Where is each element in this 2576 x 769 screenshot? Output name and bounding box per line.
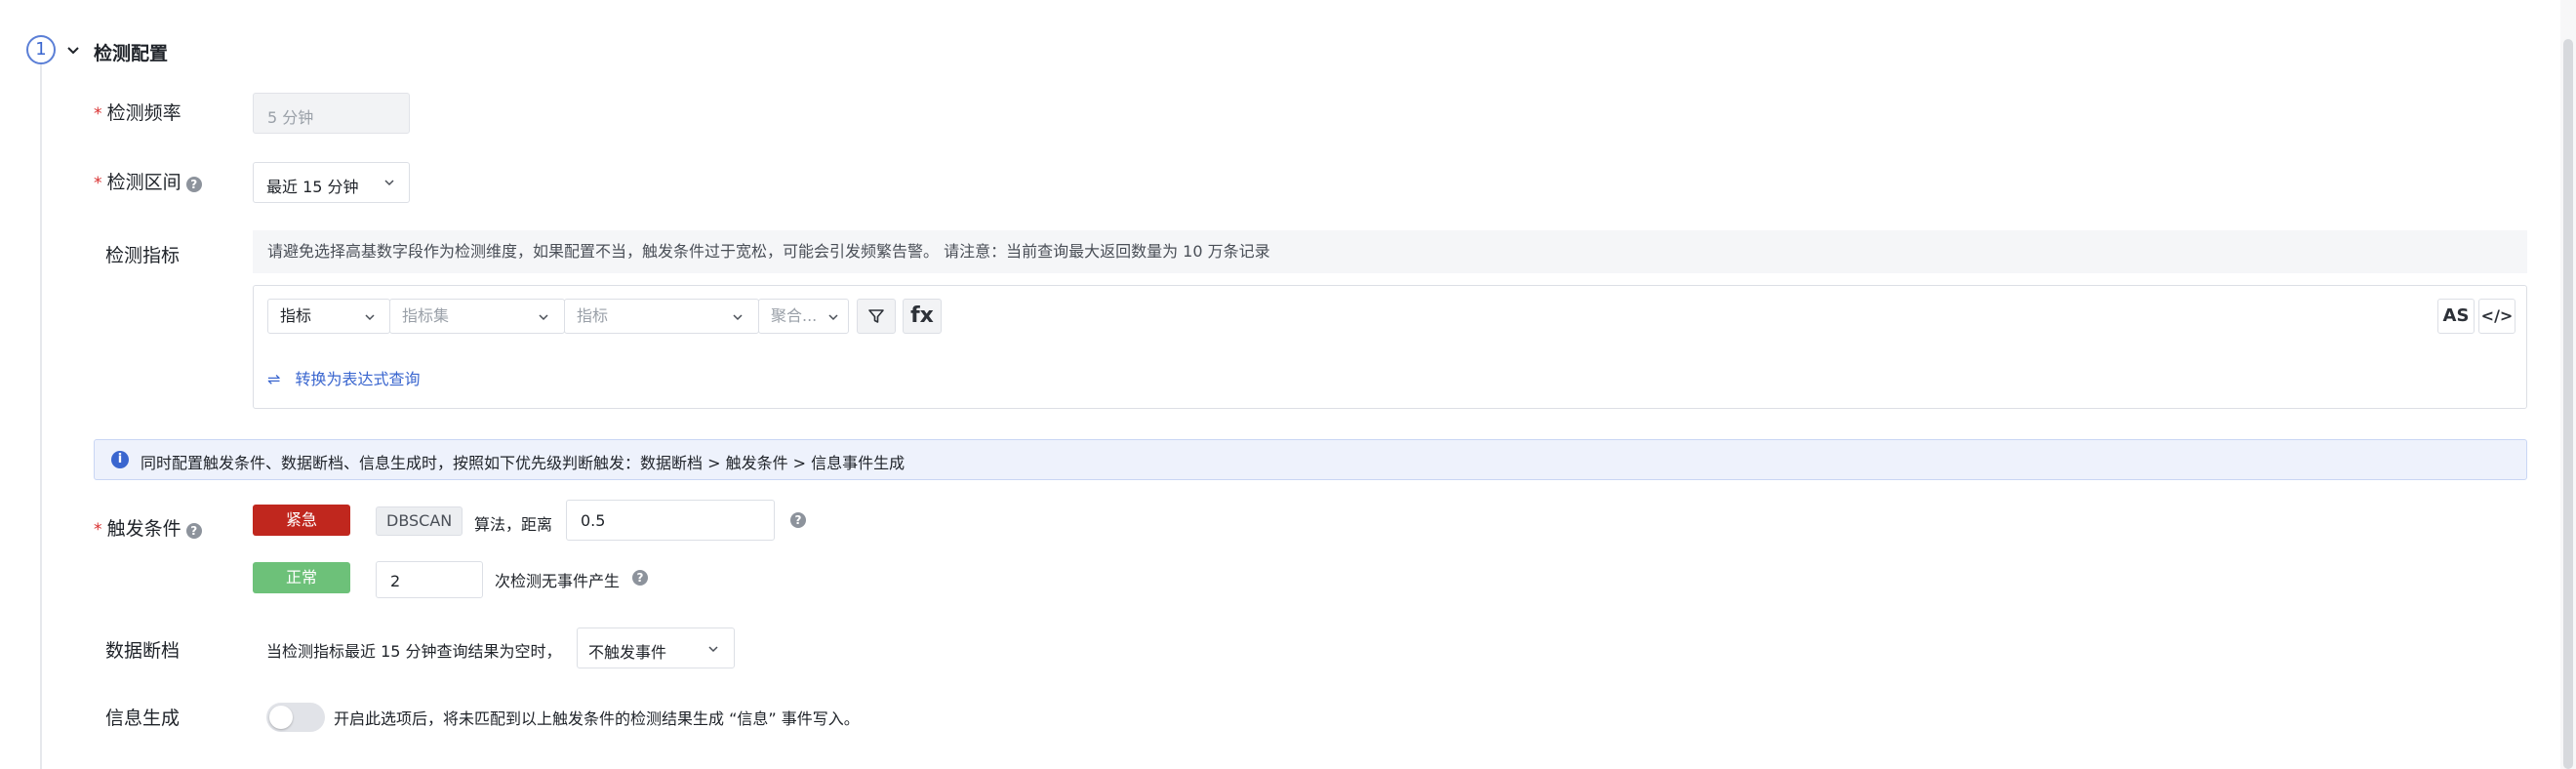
toggle-knob <box>269 706 293 729</box>
help-icon[interactable]: ? <box>185 522 202 539</box>
metric-set-select[interactable]: 指标集 <box>389 299 565 334</box>
distance-input[interactable]: 0.5 <box>566 500 775 541</box>
help-icon[interactable]: ? <box>185 176 202 192</box>
trigger-label-group: * 触发条件 ? <box>94 514 202 541</box>
frequency-value: 5 分钟 <box>267 108 314 127</box>
help-icon[interactable]: ? <box>632 570 648 586</box>
frequency-label-group: * 检测频率 <box>94 99 181 125</box>
nodata-select-value: 不触发事件 <box>588 643 667 662</box>
section-title: 检测配置 <box>94 43 169 64</box>
chevron-down-icon <box>365 314 375 321</box>
interval-select[interactable]: 最近 15 分钟 <box>253 162 410 203</box>
code-icon: </> <box>2480 306 2514 325</box>
interval-label-group: * 检测区间 ? <box>94 168 202 194</box>
function-button[interactable]: fx <box>903 299 942 334</box>
metric-type-value: 指标 <box>280 306 312 325</box>
info-gen-text: 开启此选项后，将未匹配到以上触发条件的检测结果生成 “信息” 事件写入。 <box>334 709 860 728</box>
frequency-field: 5 分钟 <box>253 93 410 134</box>
metrics-notice: 请避免选择高基数字段作为检测维度，如果配置不当，触发条件过于宽松，可能会引发频繁… <box>253 230 2527 273</box>
chevron-down-icon[interactable] <box>65 43 81 59</box>
nodata-select[interactable]: 不触发事件 <box>577 627 735 668</box>
urgent-badge: 紧急 <box>253 505 350 536</box>
metric-set-placeholder: 指标集 <box>402 306 450 325</box>
info-icon: i <box>111 451 129 468</box>
frequency-label: 检测频率 <box>106 102 181 124</box>
scrollbar-thumb[interactable] <box>2563 39 2573 769</box>
step-line <box>40 64 42 769</box>
swap-icon: ⇌ <box>267 370 281 388</box>
convert-expression-link[interactable]: ⇌ 转换为表达式查询 <box>267 366 421 389</box>
normal-count-input[interactable]: 2 <box>376 561 483 598</box>
chevron-down-icon <box>828 314 838 321</box>
info-gen-label: 信息生成 <box>105 708 181 729</box>
algorithm-text: 算法，距离 <box>474 515 553 534</box>
interval-label: 检测区间 <box>106 172 181 193</box>
normal-badge: 正常 <box>253 562 350 593</box>
nodata-label: 数据断档 <box>105 640 181 662</box>
help-icon[interactable]: ? <box>790 512 806 528</box>
distance-value: 0.5 <box>581 511 606 530</box>
normal-text: 次检测无事件产生 <box>495 572 621 590</box>
chevron-down-icon <box>384 180 394 186</box>
required-mark: * <box>94 520 102 540</box>
filter-button[interactable] <box>857 299 896 334</box>
metrics-label: 检测指标 <box>105 245 181 266</box>
priority-notice-text: 同时配置触发条件、数据断档、信息生成时，按照如下优先级判断触发：数据断档 > 触… <box>141 454 906 472</box>
trigger-label: 触发条件 <box>106 518 181 540</box>
nodata-text: 当检测指标最近 15 分钟查询结果为空时， <box>266 642 562 661</box>
metric-placeholder: 指标 <box>577 306 609 325</box>
interval-value: 最近 15 分钟 <box>266 178 359 196</box>
chevron-down-icon <box>733 314 743 321</box>
metric-select[interactable]: 指标 <box>564 299 759 334</box>
code-button[interactable]: </> <box>2478 299 2516 334</box>
convert-expression-label: 转换为表达式查询 <box>295 370 421 388</box>
chevron-down-icon <box>708 646 718 653</box>
aggregate-placeholder: 聚合... <box>771 306 818 325</box>
filter-icon <box>868 309 884 323</box>
required-mark: * <box>94 174 102 193</box>
algorithm-tag: DBSCAN <box>376 506 463 536</box>
required-mark: * <box>94 104 102 124</box>
chevron-down-icon <box>539 314 548 321</box>
as-button[interactable]: AS <box>2437 299 2475 334</box>
normal-count-value: 2 <box>390 572 401 590</box>
aggregate-select[interactable]: 聚合... <box>758 299 849 334</box>
metric-type-select[interactable]: 指标 <box>267 299 390 334</box>
step-number: 1 <box>26 35 56 64</box>
